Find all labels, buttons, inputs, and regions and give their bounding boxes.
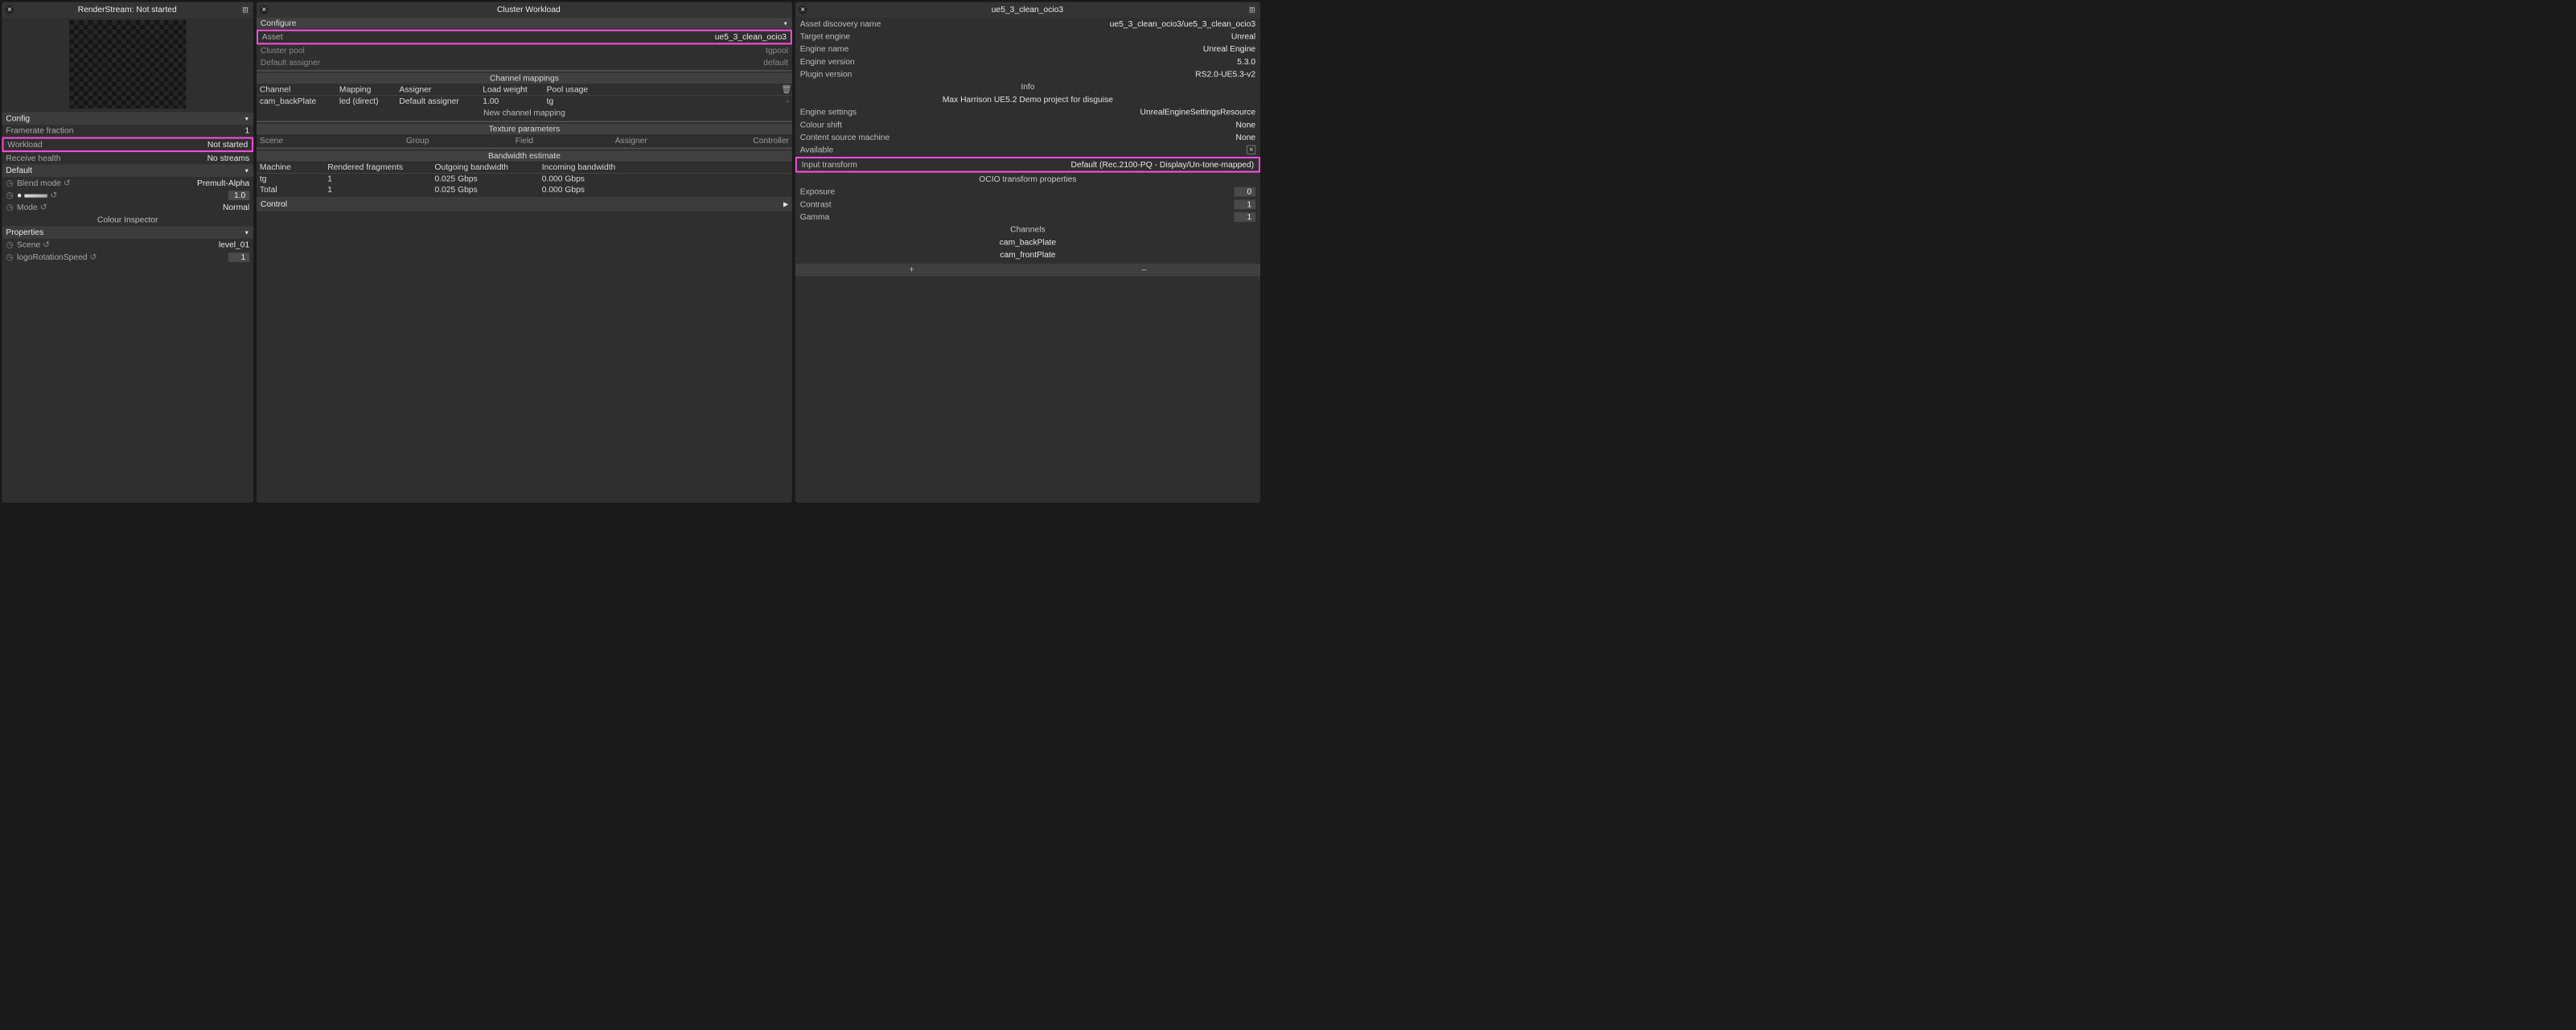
trash-icon[interactable]: 🗑: [781, 85, 789, 95]
channel-row[interactable]: cam_backPlate led (direct) Default assig…: [257, 96, 792, 107]
panel-title: Cluster Workload: [269, 5, 789, 14]
cluster-workload-panel: ✕ Cluster Workload Configure ▼ Asset ue5…: [257, 2, 792, 503]
channel-item[interactable]: cam_frontPlate: [795, 248, 1260, 261]
panel-title: ue5_3_clean_ocio3: [807, 5, 1248, 14]
add-remove-bar: + –: [795, 264, 1260, 277]
channel-mappings-header: Channel mappings: [257, 73, 792, 84]
channel-table-header: Channel Mapping Assigner Load weight Poo…: [257, 84, 792, 96]
control-row[interactable]: Control ▶: [257, 197, 792, 211]
clock-icon: ◷: [6, 203, 13, 212]
engine-name-row[interactable]: Engine nameUnreal Engine: [795, 43, 1260, 55]
bulb-icon: ●: [17, 191, 22, 199]
asset-row[interactable]: Asset ue5_3_clean_ocio3: [258, 31, 791, 43]
clock-icon: ◷: [6, 240, 13, 249]
cluster-pool-row[interactable]: Cluster pool tgpool: [257, 45, 792, 57]
panel-header: ✕ ue5_3_clean_ocio3: [795, 2, 1260, 18]
properties-section-header[interactable]: Properties ▼: [2, 226, 253, 239]
chevron-down-icon: ▼: [244, 116, 249, 122]
clock-icon: ◷: [6, 178, 13, 187]
chevron-down-icon: ▼: [244, 229, 249, 236]
add-button[interactable]: +: [795, 264, 1028, 277]
close-icon[interactable]: ✕: [799, 6, 807, 14]
bandwidth-total-row: Total 1 0.025 Gbps 0.000 Gbps: [257, 184, 792, 195]
panel-header: ✕ Cluster Workload: [257, 2, 792, 18]
plugin-version-row[interactable]: Plugin versionRS2.0-UE5.3-v2: [795, 68, 1260, 81]
asset-details-panel: ✕ ue5_3_clean_ocio3 Asset discovery name…: [795, 2, 1260, 503]
texture-params-header: Texture parameters: [257, 124, 792, 135]
scene-row[interactable]: ◷ Scene ↺ level_01: [2, 239, 253, 251]
gamma-row[interactable]: Gamma1: [795, 211, 1260, 224]
bandwidth-table-header: Machine Rendered fragments Outgoing band…: [257, 162, 792, 173]
bandwidth-row: tg 1 0.025 Gbps 0.000 Gbps: [257, 174, 792, 185]
info-header: Info: [795, 80, 1260, 93]
default-section-header[interactable]: Default ▼: [2, 164, 253, 177]
close-icon[interactable]: ✕: [260, 6, 269, 14]
ocio-header: OCIO transform properties: [795, 173, 1260, 186]
logo-rotation-row[interactable]: ◷ logoRotationSpeed ↺ 1: [2, 251, 253, 263]
reset-icon[interactable]: ↺: [43, 240, 50, 249]
chevron-down-icon: ▼: [783, 20, 788, 27]
clock-icon: ◷: [6, 252, 13, 262]
configure-header[interactable]: Configure ▼: [257, 18, 792, 29]
panel-title: RenderStream: Not started: [14, 5, 240, 14]
engine-version-row[interactable]: Engine version5.3.0: [795, 55, 1260, 68]
texture-table-header: Scene Group Field Assigner Controller: [257, 135, 792, 146]
workload-highlight: Workload Not started: [2, 137, 253, 153]
renderstream-panel: ✕ RenderStream: Not started Config ▼ Fra…: [2, 2, 253, 503]
input-transform-highlight: Input transform Default (Rec.2100-PQ - D…: [795, 157, 1260, 173]
opacity-slider[interactable]: [24, 194, 47, 198]
blend-mode-row[interactable]: ◷ Blend mode ↺ Premult-Alpha: [2, 177, 253, 189]
receive-health-row[interactable]: Receive health No streams: [2, 153, 253, 165]
clock-icon: ◷: [6, 191, 13, 200]
contrast-row[interactable]: Contrast1: [795, 198, 1260, 211]
colour-shift-row[interactable]: Colour shiftNone: [795, 118, 1260, 131]
panel-header: ✕ RenderStream: Not started: [2, 2, 253, 18]
input-transform-row[interactable]: Input transform Default (Rec.2100-PQ - D…: [797, 158, 1259, 171]
asset-highlight: Asset ue5_3_clean_ocio3: [257, 30, 792, 45]
content-source-row[interactable]: Content source machineNone: [795, 131, 1260, 144]
info-text: Max Harrison UE5.2 Demo project for disg…: [795, 93, 1260, 106]
reset-icon[interactable]: ↺: [89, 252, 97, 262]
bandwidth-header: Bandwidth estimate: [257, 150, 792, 162]
remove-button[interactable]: –: [1028, 264, 1260, 277]
checkbox-x-icon[interactable]: ✕: [1247, 146, 1255, 154]
available-row[interactable]: Available ✕: [795, 144, 1260, 157]
channel-item[interactable]: cam_backPlate: [795, 236, 1260, 249]
asset-discovery-row[interactable]: Asset discovery nameue5_3_clean_ocio3/ue…: [795, 18, 1260, 31]
divider: [257, 148, 792, 149]
new-channel-mapping[interactable]: New channel mapping: [257, 107, 792, 120]
channels-header: Channels: [795, 224, 1260, 236]
reset-icon[interactable]: ↺: [50, 191, 57, 200]
workload-row[interactable]: Workload Not started: [3, 138, 252, 150]
mode-row[interactable]: ◷ Mode ↺ Normal: [2, 201, 253, 213]
chevron-down-icon: ▼: [244, 167, 249, 174]
engine-settings-row[interactable]: Engine settingsUnrealEngineSettingsResou…: [795, 106, 1260, 119]
exposure-row[interactable]: Exposure0: [795, 186, 1260, 199]
target-engine-row[interactable]: Target engineUnreal: [795, 31, 1260, 43]
config-section-header[interactable]: Config ▼: [2, 113, 253, 125]
edit-icon[interactable]: [1247, 5, 1257, 14]
framerate-row[interactable]: Framerate fraction 1: [2, 125, 253, 137]
divider: [257, 70, 792, 71]
colour-inspector-link[interactable]: Colour Inspector: [2, 214, 253, 227]
remove-row-icon[interactable]: -: [781, 96, 789, 106]
opacity-row[interactable]: ◷ ● ↺ 1.0: [2, 189, 253, 201]
play-icon[interactable]: ▶: [783, 200, 788, 208]
default-assigner-row[interactable]: Default assigner default: [257, 57, 792, 69]
preview-thumbnail: [69, 20, 186, 109]
edit-icon[interactable]: [240, 5, 250, 14]
reset-icon[interactable]: ↺: [40, 203, 47, 212]
close-icon[interactable]: ✕: [5, 6, 14, 14]
reset-icon[interactable]: ↺: [64, 178, 71, 187]
